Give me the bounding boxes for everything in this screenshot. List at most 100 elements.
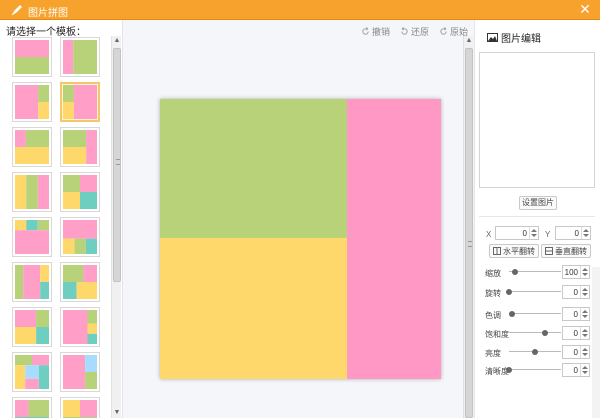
template-list <box>8 36 110 418</box>
template-16[interactable] <box>60 352 100 392</box>
canvas-scrollbar[interactable]: ▲ <box>463 36 473 418</box>
cell-top-left[interactable] <box>160 99 347 238</box>
template-18[interactable] <box>60 397 100 418</box>
template-11-cell-2 <box>40 265 49 282</box>
template-15[interactable] <box>12 352 52 392</box>
adjust-slider-5[interactable] <box>506 366 561 374</box>
undo-label: 撤销 <box>371 27 390 37</box>
slider-knob[interactable] <box>542 330 549 336</box>
canvas-scrollbar-thumb[interactable] <box>465 48 473 418</box>
adjust-slider-2[interactable] <box>508 310 561 318</box>
adjust-label-1: 旋转 <box>485 289 501 298</box>
stepper-icon[interactable] <box>580 346 589 358</box>
set-image-button[interactable]: 设置图片 <box>519 196 557 210</box>
adjust-input-1[interactable]: 0 <box>562 285 590 299</box>
image-icon <box>487 33 498 42</box>
adjust-input-0[interactable]: 100 <box>562 265 590 279</box>
adjust-value: 0 <box>573 288 578 297</box>
adjust-input-2[interactable]: 0 <box>562 307 590 321</box>
template-14-preview <box>63 310 97 344</box>
template-10[interactable] <box>60 217 100 257</box>
adjust-slider-0[interactable] <box>509 268 561 276</box>
template-9-cell-3 <box>15 230 49 254</box>
template-9-cell-1 <box>26 220 38 231</box>
template-3[interactable] <box>12 82 52 122</box>
adjust-slider-3[interactable] <box>509 329 561 337</box>
flip-vertical-button[interactable]: 垂直翻转 <box>541 244 591 258</box>
slider-knob[interactable] <box>506 289 512 295</box>
slider-knob[interactable] <box>512 269 519 275</box>
template-12-preview <box>63 265 97 299</box>
template-1[interactable] <box>12 37 52 77</box>
adjust-label-4: 亮度 <box>485 349 501 358</box>
template-11-cell-3 <box>40 282 49 299</box>
template-4[interactable] <box>60 82 100 122</box>
template-8-cell-0 <box>63 175 80 192</box>
scroll-up-arrow-icon[interactable]: ▲ <box>112 36 122 46</box>
scrollbar-thumb[interactable] <box>113 48 121 282</box>
y-input[interactable]: 0 <box>555 226 591 240</box>
flip-vertical-icon <box>545 247 553 255</box>
template-11[interactable] <box>12 262 52 302</box>
template-7-cell-1 <box>26 175 38 209</box>
template-2-cell-0 <box>63 40 74 74</box>
template-12-cell-0 <box>63 265 84 282</box>
template-4-cell-2 <box>73 85 97 119</box>
template-9[interactable] <box>12 217 52 257</box>
template-15-cell-0 <box>15 355 32 366</box>
x-input[interactable]: 0 <box>495 226 539 240</box>
undo-button[interactable]: 撤销 <box>361 25 390 38</box>
template-13[interactable] <box>12 307 52 347</box>
slider-knob[interactable] <box>508 311 515 317</box>
redo-icon <box>401 27 408 35</box>
cell-bottom-left[interactable] <box>160 238 347 379</box>
stepper-icon[interactable] <box>580 266 589 278</box>
x-stepper-icon[interactable] <box>529 227 538 239</box>
template-17[interactable] <box>12 397 52 418</box>
template-15-cell-5 <box>25 378 39 389</box>
template-7-cell-0 <box>15 175 27 209</box>
close-icon[interactable]: ✕ <box>578 2 592 17</box>
panel-scrollbar[interactable] <box>592 267 600 418</box>
slider-track <box>509 291 561 292</box>
adjust-input-3[interactable]: 0 <box>562 326 590 340</box>
scroll-down-arrow-icon[interactable]: ▼ <box>112 408 122 418</box>
template-2[interactable] <box>60 37 100 77</box>
stepper-icon[interactable] <box>580 364 589 376</box>
adjust-input-4[interactable]: 0 <box>562 345 590 359</box>
pen-icon <box>11 5 22 16</box>
adjust-input-5[interactable]: 0 <box>562 363 590 377</box>
canvas-scroll-up-icon[interactable]: ▲ <box>464 36 474 46</box>
template-6[interactable] <box>60 127 100 167</box>
flip-horizontal-button[interactable]: 水平翻转 <box>489 244 539 258</box>
slider-knob[interactable] <box>506 367 512 373</box>
template-5[interactable] <box>12 127 52 167</box>
slider-knob[interactable] <box>532 349 538 355</box>
redo-label: 还原 <box>410 27 429 37</box>
edit-toolbar: 撤销 还原 原始 <box>361 25 468 38</box>
template-13-cell-3 <box>36 327 49 344</box>
template-8[interactable] <box>60 172 100 212</box>
cell-right[interactable] <box>347 99 441 379</box>
template-10-cell-1 <box>63 238 75 254</box>
template-14-cell-2 <box>87 323 97 334</box>
template-scrollbar[interactable]: ▲ ▼ <box>111 36 121 418</box>
template-6-cell-1 <box>63 147 87 164</box>
stepper-icon[interactable] <box>580 286 589 298</box>
x-value: 0 <box>522 229 527 238</box>
redo-button[interactable]: 还原 <box>400 25 429 38</box>
template-7[interactable] <box>12 172 52 212</box>
template-14[interactable] <box>60 307 100 347</box>
template-17-cell-1 <box>28 400 49 417</box>
stepper-icon[interactable] <box>580 327 589 339</box>
template-12[interactable] <box>60 262 100 302</box>
stepper-icon[interactable] <box>580 308 589 320</box>
y-stepper-icon[interactable] <box>581 227 590 239</box>
adjust-value: 100 <box>564 268 578 277</box>
adjust-slider-4[interactable] <box>509 348 561 356</box>
template-2-cell-1 <box>73 40 97 74</box>
template-16-preview <box>63 355 97 389</box>
template-13-cell-1 <box>36 310 49 327</box>
template-15-cell-4 <box>38 365 49 389</box>
adjust-slider-1[interactable] <box>506 288 561 296</box>
